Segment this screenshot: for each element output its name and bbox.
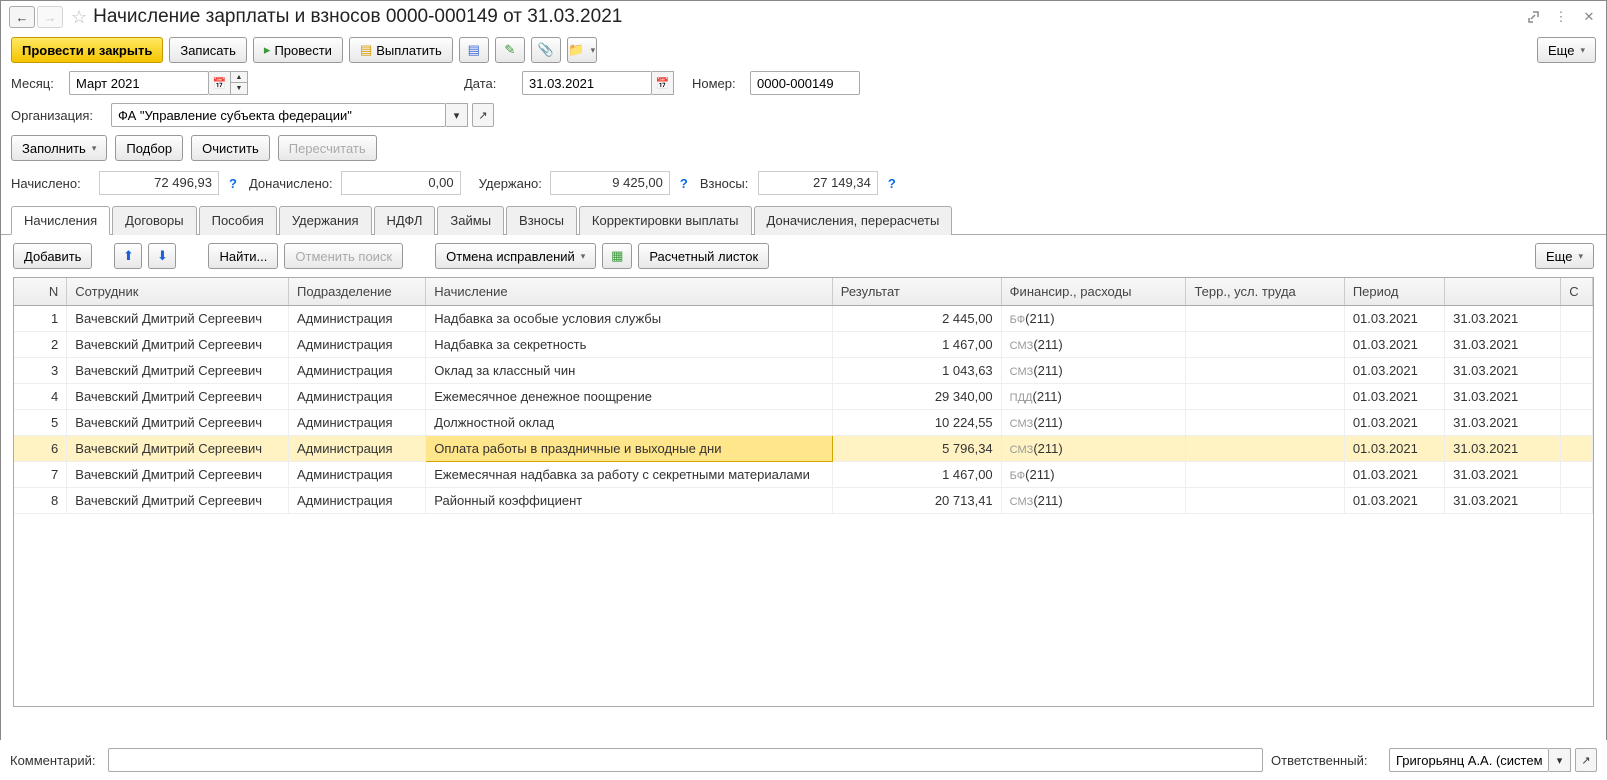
col-header[interactable] [1445,278,1561,306]
table-row[interactable]: 5Вачевский Дмитрий СергеевичАдминистраци… [14,410,1593,436]
template-button[interactable]: 📁▾ [567,37,597,63]
favorite-star-icon[interactable]: ☆ [71,7,87,28]
responsible-open-button[interactable]: ↗ [1575,748,1597,772]
col-header[interactable]: Сотрудник [67,278,289,306]
comment-label: Комментарий: [10,753,100,768]
withheld-value: 9 425,00 [550,171,670,195]
responsible-label: Ответственный: [1271,753,1381,768]
link-icon[interactable] [1524,8,1542,26]
attach-button[interactable]: 📎 [531,37,561,63]
undo-fixes-button[interactable]: Отмена исправлений▾ [435,243,596,269]
month-up-button[interactable]: ▲ [231,72,247,83]
tab-7[interactable]: Корректировки выплаты [579,206,752,235]
close-icon[interactable]: ✕ [1580,8,1598,26]
contrib-value: 27 149,34 [758,171,878,195]
pencil-icon: ✎ [504,42,515,58]
select-button[interactable]: Подбор [115,135,183,161]
table-row[interactable]: 2Вачевский Дмитрий СергеевичАдминистраци… [14,332,1593,358]
post-button[interactable]: ▸Провести [253,37,343,63]
pay-button[interactable]: ▤Выплатить [349,37,453,63]
nav-forward-button[interactable]: → [37,6,63,28]
comment-input[interactable] [108,748,1263,772]
table-row[interactable]: 6Вачевский Дмитрий СергеевичАдминистраци… [14,436,1593,462]
accruals-table[interactable]: NСотрудникПодразделениеНачислениеРезульт… [14,278,1593,514]
cancel-search-button[interactable]: Отменить поиск [284,243,403,269]
number-label: Номер: [692,76,742,91]
responsible-input[interactable] [1389,748,1549,772]
fill-button[interactable]: Заполнить▾ [11,135,107,161]
tab-3[interactable]: Удержания [279,206,372,235]
col-header[interactable]: Начисление [426,278,833,306]
post-and-close-button[interactable]: Провести и закрыть [11,37,163,63]
col-header[interactable]: С [1561,278,1593,306]
grid-icon: ▦ [611,248,623,264]
tab-0[interactable]: Начисления [11,206,110,235]
additional-value: 0,00 [341,171,461,195]
find-button[interactable]: Найти... [208,243,278,269]
tab-more-button[interactable]: Еще▾ [1535,243,1594,269]
additional-label: Доначислено: [249,176,333,191]
col-header[interactable]: N [14,278,67,306]
paperclip-icon: 📎 [538,42,554,58]
month-label: Месяц: [11,76,61,91]
responsible-dropdown-button[interactable]: ▾ [1549,748,1571,772]
date-label: Дата: [464,76,514,91]
tab-1[interactable]: Договоры [112,206,196,235]
table-row[interactable]: 7Вачевский Дмитрий СергеевичАдминистраци… [14,462,1593,488]
date-input[interactable] [522,71,652,95]
table-row[interactable]: 8Вачевский Дмитрий СергеевичАдминистраци… [14,488,1593,514]
tab-2[interactable]: Пособия [199,206,277,235]
col-header[interactable]: Терр., усл. труда [1186,278,1344,306]
move-down-button[interactable]: ⬇ [148,243,176,269]
date-picker-button[interactable]: 📅 [652,71,674,95]
col-header[interactable]: Подразделение [289,278,426,306]
tab-5[interactable]: Займы [437,206,504,235]
post-icon: ▸ [264,42,271,58]
org-open-button[interactable]: ↗ [472,103,494,127]
accrued-label: Начислено: [11,176,91,191]
table-row[interactable]: 1Вачевский Дмитрий СергеевичАдминистраци… [14,306,1593,332]
col-header[interactable]: Результат [832,278,1001,306]
month-down-button[interactable]: ▼ [231,83,247,94]
number-input[interactable] [750,71,860,95]
window-title: Начисление зарплаты и взносов 0000-00014… [93,6,622,28]
table-row[interactable]: 3Вачевский Дмитрий СергеевичАдминистраци… [14,358,1593,384]
month-picker-button[interactable]: 📅 [209,71,231,95]
recalc-button[interactable]: Пересчитать [278,135,377,161]
table-row[interactable]: 4Вачевский Дмитрий СергеевичАдминистраци… [14,384,1593,410]
contrib-help-icon[interactable]: ? [888,176,896,191]
list-icon: ▤ [468,42,480,58]
org-input[interactable] [111,103,446,127]
col-header[interactable]: Период [1344,278,1444,306]
month-input[interactable] [69,71,209,95]
withheld-help-icon[interactable]: ? [680,176,688,191]
accrued-value: 72 496,93 [99,171,219,195]
tab-6[interactable]: Взносы [506,206,577,235]
structure-button[interactable]: ▤ [459,37,489,63]
withheld-label: Удержано: [479,176,542,191]
contrib-label: Взносы: [700,176,750,191]
move-up-button[interactable]: ⬆ [114,243,142,269]
show-details-button[interactable]: ▦ [602,243,632,269]
accrued-help-icon[interactable]: ? [229,176,237,191]
add-row-button[interactable]: Добавить [13,243,92,269]
folder-icon: 📁 [568,42,584,58]
clear-button[interactable]: Очистить [191,135,270,161]
payslip-button[interactable]: Расчетный листок [638,243,769,269]
nav-back-button[interactable]: ← [9,6,35,28]
pay-icon: ▤ [360,42,372,58]
col-header[interactable]: Финансир., расходы [1001,278,1186,306]
edit-button[interactable]: ✎ [495,37,525,63]
tab-8[interactable]: Доначисления, перерасчеты [754,206,953,235]
org-dropdown-button[interactable]: ▾ [446,103,468,127]
org-label: Организация: [11,108,103,123]
more-vertical-icon[interactable]: ⋮ [1552,8,1570,26]
more-button[interactable]: Еще▾ [1537,37,1596,63]
tab-4[interactable]: НДФЛ [374,206,436,235]
save-button[interactable]: Записать [169,37,247,63]
